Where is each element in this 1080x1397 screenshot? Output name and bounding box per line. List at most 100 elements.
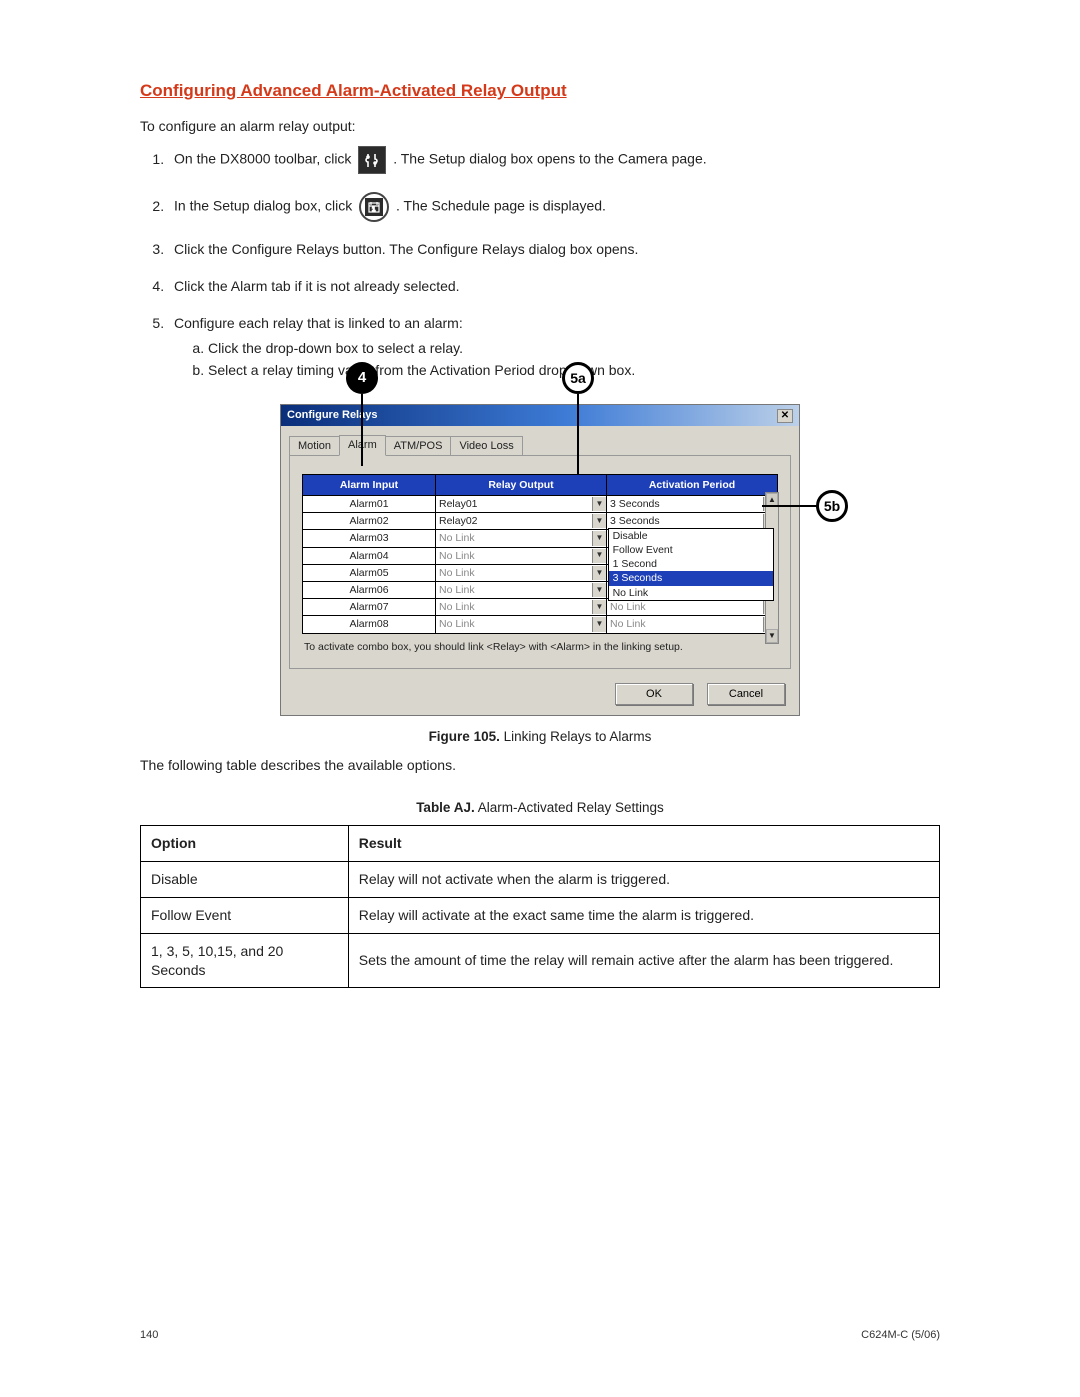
table-caption: Table AJ. Alarm-Activated Relay Settings — [140, 799, 940, 817]
scroll-down-icon[interactable]: ▼ — [766, 629, 778, 643]
page-number: 140 — [140, 1328, 158, 1343]
page-footer: 140 C624M-C (5/06) — [140, 1328, 940, 1343]
relay-output-combo[interactable]: No Link▼ — [436, 549, 606, 563]
options-table: Option Result Disable Relay will not act… — [140, 825, 940, 988]
step-2-text-b: . The Schedule page is displayed. — [396, 198, 606, 214]
relay-output-combo[interactable]: No Link▼ — [436, 600, 606, 614]
alarm-input-cell: Alarm03 — [303, 530, 436, 547]
table-caption-text: Alarm-Activated Relay Settings — [475, 800, 664, 815]
dropdown-option[interactable]: 1 Second — [609, 557, 774, 571]
dropdown-option[interactable]: No Link — [609, 586, 774, 600]
tab-videoloss[interactable]: Video Loss — [450, 436, 522, 456]
relay-output-value: No Link — [436, 549, 592, 563]
alarm-input-cell: Alarm08 — [303, 616, 436, 633]
chevron-down-icon[interactable]: ▼ — [592, 514, 606, 528]
setup-icon — [358, 146, 386, 174]
after-figure-text: The following table describes the availa… — [140, 756, 940, 775]
step-5-text: Configure each relay that is linked to a… — [174, 315, 463, 331]
relay-output-value: No Link — [436, 583, 592, 597]
close-icon[interactable]: ✕ — [777, 409, 793, 423]
chevron-down-icon[interactable]: ▼ — [592, 583, 606, 597]
dropdown-option[interactable]: Follow Event — [609, 543, 774, 557]
activation-period-value: 3 Seconds — [607, 514, 763, 528]
alarm-input-cell: Alarm04 — [303, 547, 436, 564]
activation-period-combo[interactable]: 3 Seconds▼ — [607, 497, 777, 511]
tab-atmpos[interactable]: ATM/POS — [385, 436, 452, 456]
dropdown-option[interactable]: 3 Seconds — [609, 571, 774, 585]
chevron-down-icon[interactable]: ▼ — [592, 600, 606, 614]
cancel-button[interactable]: Cancel — [707, 683, 785, 705]
res-cell: Relay will not activate when the alarm i… — [348, 861, 939, 897]
opts-head-result: Result — [348, 826, 939, 862]
step-5: Configure each relay that is linked to a… — [168, 314, 940, 381]
step-1: On the DX8000 toolbar, click . The Setup… — [168, 146, 940, 174]
tab-motion[interactable]: Motion — [289, 436, 340, 456]
leader-5b — [762, 505, 818, 507]
steps-list: On the DX8000 toolbar, click . The Setup… — [140, 146, 940, 380]
leader-4 — [361, 394, 363, 466]
leader-5a — [577, 394, 579, 474]
callout-4: 4 — [346, 362, 378, 394]
relay-output-value: No Link — [436, 531, 592, 545]
chevron-down-icon[interactable]: ▼ — [592, 566, 606, 580]
activation-period-combo[interactable]: No Link▼ — [607, 617, 777, 631]
table-row: Alarm07No Link▼No Link▼ — [303, 599, 778, 616]
alarm-input-cell: Alarm05 — [303, 564, 436, 581]
activation-period-combo[interactable]: No Link▼ — [607, 600, 777, 614]
alarm-input-cell: Alarm07 — [303, 599, 436, 616]
dropdown-option[interactable]: Disable — [609, 529, 774, 543]
relay-output-combo[interactable]: No Link▼ — [436, 566, 606, 580]
step-3: Click the Configure Relays button. The C… — [168, 240, 940, 259]
alarm-input-cell: Alarm01 — [303, 496, 436, 513]
figure-105: 4 5a 5b Configure Relays ✕ Motion Alarm … — [280, 404, 800, 715]
activation-period-value: No Link — [607, 600, 763, 614]
table-row: Follow Event Relay will activate at the … — [141, 897, 940, 933]
doc-id: C624M-C (5/06) — [861, 1328, 940, 1343]
col-activation-period: Activation Period — [607, 474, 778, 495]
step-1-text-b: . The Setup dialog box opens to the Came… — [393, 151, 706, 167]
relay-output-value: No Link — [436, 600, 592, 614]
table-row: 1, 3, 5, 10,15, and 20 Seconds Sets the … — [141, 933, 940, 988]
relay-output-combo[interactable]: Relay02▼ — [436, 514, 606, 528]
activation-period-value: No Link — [607, 617, 763, 631]
relay-output-combo[interactable]: No Link▼ — [436, 583, 606, 597]
relay-output-combo[interactable]: No Link▼ — [436, 617, 606, 631]
table-row: Alarm01Relay01▼3 Seconds▼ — [303, 496, 778, 513]
chevron-down-icon[interactable]: ▼ — [592, 617, 606, 631]
opt-cell: Follow Event — [141, 897, 349, 933]
alarm-input-cell: Alarm02 — [303, 513, 436, 530]
callout-5b: 5b — [816, 490, 848, 522]
configure-relays-dialog: Configure Relays ✕ Motion Alarm ATM/POS … — [280, 404, 800, 715]
step-5-sublist: Click the drop-down box to select a rela… — [174, 339, 940, 381]
opt-cell: 1, 3, 5, 10,15, and 20 Seconds — [141, 933, 349, 988]
dialog-title: Configure Relays — [287, 408, 377, 423]
callout-5a: 5a — [562, 362, 594, 394]
col-relay-output: Relay Output — [436, 474, 607, 495]
relay-output-value: No Link — [436, 617, 592, 631]
table-row: Alarm08No Link▼No Link▼ — [303, 616, 778, 633]
res-cell: Relay will activate at the exact same ti… — [348, 897, 939, 933]
relay-output-combo[interactable]: No Link▼ — [436, 531, 606, 545]
chevron-down-icon[interactable]: ▼ — [592, 549, 606, 563]
step-2-text-a: In the Setup dialog box, click — [174, 198, 352, 214]
ok-button[interactable]: OK — [615, 683, 693, 705]
step-2: In the Setup dialog box, click 1 . The S… — [168, 192, 940, 222]
res-cell: Sets the amount of time the relay will r… — [348, 933, 939, 988]
dialog-titlebar[interactable]: Configure Relays ✕ — [281, 405, 799, 426]
activation-period-combo[interactable]: 3 Seconds▼ — [607, 514, 777, 528]
chevron-down-icon[interactable]: ▼ — [592, 497, 606, 511]
activation-period-value: 3 Seconds — [607, 497, 763, 511]
activation-period-dropdown-list[interactable]: DisableFollow Event1 Second3 SecondsNo L… — [608, 528, 775, 601]
tab-panel-alarm: Alarm Input Relay Output Activation Peri… — [289, 455, 791, 669]
alarm-input-cell: Alarm06 — [303, 582, 436, 599]
relay-output-value: No Link — [436, 566, 592, 580]
step-5a: Click the drop-down box to select a rela… — [208, 339, 940, 358]
chevron-down-icon[interactable]: ▼ — [592, 531, 606, 545]
relay-output-combo[interactable]: Relay01▼ — [436, 497, 606, 511]
table-row: Disable Relay will not activate when the… — [141, 861, 940, 897]
figure-text: Linking Relays to Alarms — [500, 729, 652, 744]
opts-head-option: Option — [141, 826, 349, 862]
schedule-icon: 1 — [359, 192, 389, 222]
step-4: Click the Alarm tab if it is not already… — [168, 277, 940, 296]
dialog-hint: To activate combo box, you should link <… — [302, 634, 778, 656]
